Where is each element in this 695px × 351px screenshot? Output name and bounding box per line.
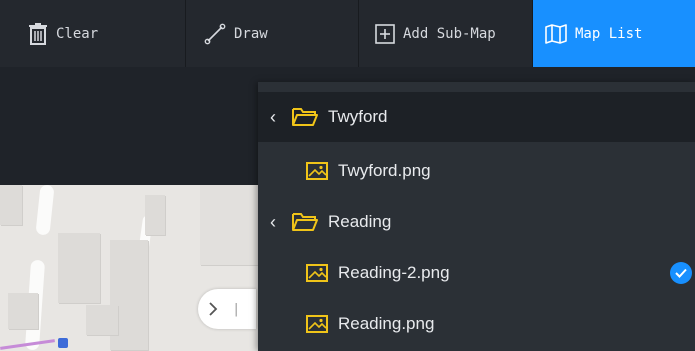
draw-line-icon (204, 23, 226, 44)
folder-open-icon (292, 212, 318, 232)
trash-icon (29, 22, 47, 45)
image-icon (306, 315, 328, 333)
folder-label: Twyford (328, 107, 388, 126)
file-row-reading-2-png[interactable]: Reading-2.png (258, 248, 695, 298)
clear-button[interactable]: Clear (0, 0, 186, 67)
expand-panel-button[interactable]: | (198, 289, 256, 329)
chevron-right-icon (209, 302, 218, 316)
map-list-label: Map List (575, 25, 643, 42)
folder-row-twyford[interactable]: ‹ Twyford (258, 92, 695, 142)
map-marker-icon (58, 338, 68, 348)
map-building (8, 293, 38, 329)
map-road (35, 185, 55, 236)
draw-label: Draw (234, 25, 268, 42)
file-label: Reading-2.png (338, 263, 450, 282)
file-row-twyford-png[interactable]: Twyford.png (258, 146, 695, 196)
map-building (200, 185, 260, 265)
plus-square-icon (375, 23, 395, 44)
add-submap-label: Add Sub-Map (403, 25, 496, 42)
chevron-left-icon: ‹ (270, 211, 276, 232)
map-icon (545, 23, 567, 44)
toolbar: Clear Draw Add Sub-Map Map List (0, 0, 695, 67)
map-building (86, 305, 118, 335)
folder-open-icon (292, 107, 318, 127)
folder-row-reading[interactable]: ‹ Reading (258, 197, 695, 247)
map-list-panel: ‹ Twyford Twyford.png ‹ Reading Reading-… (258, 82, 695, 351)
map-building (58, 233, 100, 303)
add-submap-button[interactable]: Add Sub-Map (359, 0, 533, 67)
file-label: Twyford.png (338, 161, 431, 180)
map-list-button[interactable]: Map List (533, 0, 695, 67)
file-label: Reading.png (338, 314, 435, 333)
folder-label: Reading (328, 212, 392, 231)
file-row-reading-png[interactable]: Reading.png (258, 299, 695, 349)
clear-label: Clear (56, 25, 99, 42)
draw-button[interactable]: Draw (186, 0, 359, 67)
map-building (0, 185, 22, 225)
image-icon (306, 162, 328, 180)
selected-check-icon (670, 262, 692, 284)
chevron-left-icon: ‹ (270, 106, 276, 127)
map-building (145, 195, 165, 235)
image-icon (306, 264, 328, 282)
expand-divider: | (234, 301, 239, 317)
